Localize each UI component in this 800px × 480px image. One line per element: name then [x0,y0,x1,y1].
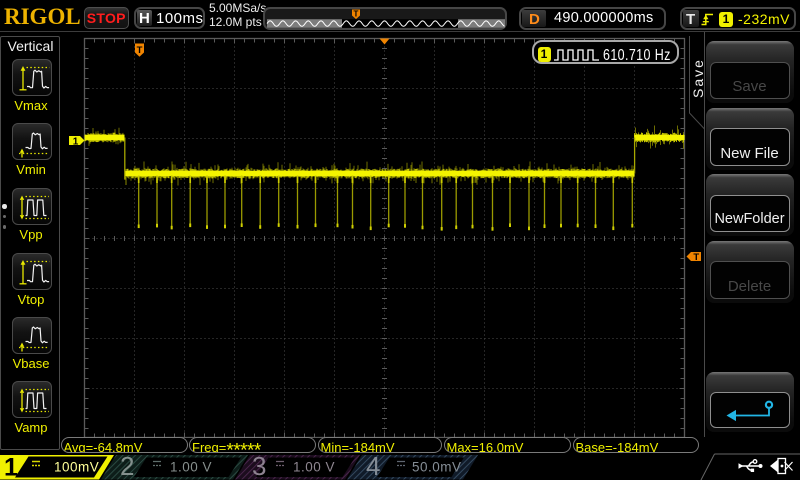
svg-text:1: 1 [4,454,18,480]
svg-text:T: T [137,45,143,56]
svg-text:50.0mV: 50.0mV [412,460,462,475]
svg-text:1.00 V: 1.00 V [293,460,335,475]
svg-text:T: T [693,252,699,263]
svg-text:4: 4 [366,453,380,480]
svg-text:100mV: 100mV [54,460,99,475]
svg-text:1.00 V: 1.00 V [170,460,212,475]
svg-text:3: 3 [252,453,266,480]
svg-text:2: 2 [120,453,134,480]
svg-text:1: 1 [73,136,79,147]
svg-text:T: T [354,10,359,19]
